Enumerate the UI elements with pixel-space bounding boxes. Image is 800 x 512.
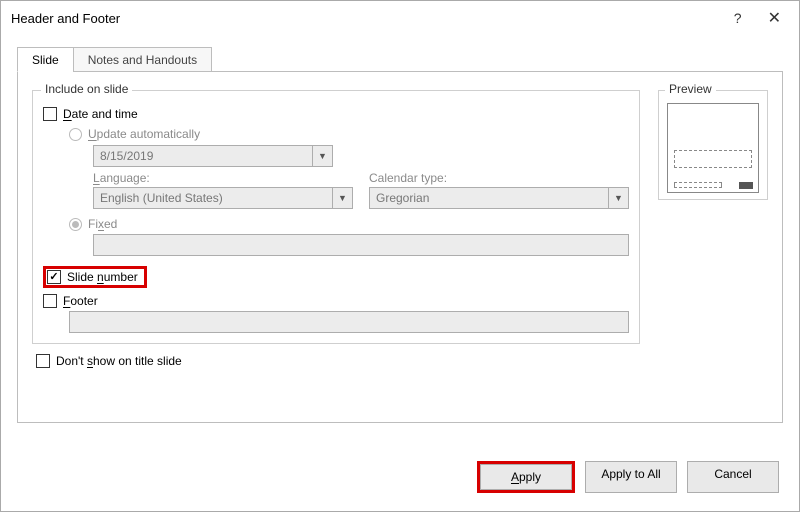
slide-number-label: Slide number	[67, 270, 138, 284]
tab-notes-handouts[interactable]: Notes and Handouts	[73, 47, 212, 72]
preview-placeholder-footer	[674, 182, 722, 188]
update-auto-label: Update automatically	[88, 127, 200, 141]
slide-number-highlight: Slide number	[43, 266, 147, 288]
dont-show-title-label: Don't show on title slide	[56, 354, 182, 368]
fixed-label: Fixed	[88, 217, 117, 231]
date-time-label: Date and time	[63, 107, 138, 121]
dialog-title: Header and Footer	[11, 11, 120, 26]
preview-placeholder-content	[674, 150, 752, 168]
tab-panel: Include on slide Date and time Update au…	[17, 71, 783, 423]
tab-strip: Slide Notes and Handouts	[17, 45, 783, 71]
header-footer-dialog: Header and Footer ? ✕ Slide Notes and Ha…	[0, 0, 800, 512]
date-value: 8/15/2019	[94, 149, 312, 163]
fixed-text-input[interactable]	[93, 234, 629, 256]
slide-number-checkbox[interactable]	[47, 270, 61, 284]
language-label: Language:	[93, 171, 353, 185]
chevron-down-icon: ▼	[312, 146, 332, 166]
footer-text-input[interactable]	[69, 311, 629, 333]
tab-slide[interactable]: Slide	[17, 47, 74, 72]
close-button[interactable]: ✕	[760, 4, 789, 32]
preview-group: Preview	[658, 90, 768, 200]
help-button[interactable]: ?	[734, 10, 742, 26]
fixed-radio[interactable]	[69, 218, 82, 231]
calendar-combo[interactable]: Gregorian ▼	[369, 187, 629, 209]
chevron-down-icon: ▼	[332, 188, 352, 208]
apply-to-all-button[interactable]: Apply to All	[585, 461, 677, 493]
update-auto-radio[interactable]	[69, 128, 82, 141]
chevron-down-icon: ▼	[608, 188, 628, 208]
calendar-value: Gregorian	[370, 191, 608, 205]
apply-highlight: Apply	[477, 461, 575, 493]
include-on-slide-group: Include on slide Date and time Update au…	[32, 90, 640, 344]
titlebar: Header and Footer ? ✕	[1, 1, 799, 35]
language-combo[interactable]: English (United States) ▼	[93, 187, 353, 209]
cancel-button[interactable]: Cancel	[687, 461, 779, 493]
date-combo[interactable]: 8/15/2019 ▼	[93, 145, 333, 167]
dialog-buttons: Apply Apply to All Cancel	[1, 445, 799, 511]
footer-label: Footer	[63, 294, 98, 308]
preview-legend: Preview	[665, 82, 716, 96]
footer-checkbox[interactable]	[43, 294, 57, 308]
calendar-label: Calendar type:	[369, 171, 629, 185]
include-legend: Include on slide	[41, 82, 132, 96]
preview-placeholder-pagenum	[739, 182, 753, 189]
dont-show-title-checkbox[interactable]	[36, 354, 50, 368]
language-value: English (United States)	[94, 191, 332, 205]
apply-button[interactable]: Apply	[480, 464, 572, 490]
slide-preview-thumbnail	[667, 103, 759, 193]
date-time-checkbox[interactable]	[43, 107, 57, 121]
